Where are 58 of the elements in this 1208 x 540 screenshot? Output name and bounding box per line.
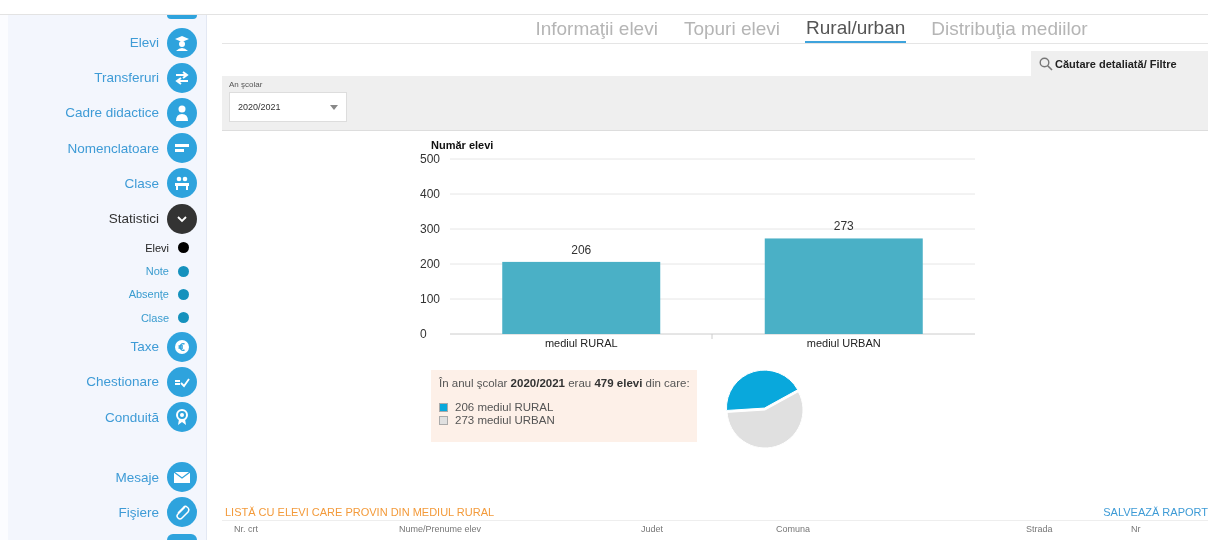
field-label: An şcolar (229, 80, 264, 89)
sidebar-item[interactable]: Cadre didactice (65, 105, 159, 121)
y-tick-label: 400 (420, 187, 441, 201)
y-tick-label: 200 (420, 257, 441, 271)
sidebar-subitem[interactable]: Note (145, 265, 169, 278)
chevron-down-icon[interactable] (167, 203, 197, 234)
menu-item-icon[interactable] (167, 331, 197, 362)
legend-label: 273 mediul URBAN (455, 414, 555, 426)
sidebar-item[interactable]: Taxe (130, 339, 159, 355)
value-label: 273 (833, 219, 854, 234)
column-header: Nr (1131, 524, 1142, 534)
y-tick-label: 0 (420, 327, 427, 341)
sidebar-subitem[interactable]: Absenţe (128, 288, 169, 301)
save-report-link[interactable]: SALVEAZĂ RAPORT (1103, 506, 1208, 518)
tab[interactable]: Distribuţia mediilor (930, 15, 1089, 43)
x-category-label: mediul RURAL (544, 337, 618, 349)
sidebar-subitem[interactable]: Elevi (145, 241, 169, 254)
list-title: LISTĂ CU ELEVI CARE PROVIN DIN MEDIUL RURAL (225, 506, 495, 518)
sidebar-item[interactable]: Fişiere (118, 504, 159, 520)
chart-title: Număr elevi (431, 139, 495, 151)
sidebar-item[interactable]: Clase (124, 175, 159, 191)
search-button[interactable]: Căutare detaliată/ Filtre (1031, 51, 1208, 76)
sidebar-subitem[interactable]: Clase (140, 311, 169, 324)
column-header: Strada (1026, 524, 1054, 534)
sidebar-item[interactable]: Conduită (104, 409, 159, 425)
envelope-icon[interactable] (167, 462, 197, 493)
sidebar-item[interactable]: Nomenclatoare (67, 140, 159, 156)
menu-item-icon[interactable] (167, 15, 197, 19)
menu-item-icon[interactable] (167, 402, 197, 433)
column-header: Judet (641, 524, 665, 534)
tab[interactable]: Topuri elevi (682, 15, 781, 43)
menu-item-icon[interactable] (167, 62, 197, 93)
menu-item-icon[interactable] (167, 366, 197, 397)
y-tick-label: 100 (420, 292, 441, 306)
column-header: Nume/Prenume elev (399, 524, 483, 534)
tab[interactable]: Informaţii elevi (534, 15, 659, 43)
sidebar-item[interactable]: Chestionare (86, 374, 159, 390)
paperclip-icon[interactable] (167, 497, 197, 528)
tab[interactable]: Rural/urban (805, 15, 907, 43)
sidebar-item[interactable]: Elevi (129, 35, 159, 51)
search-icon (1039, 56, 1053, 71)
dropdown-caret-icon (330, 104, 338, 110)
sidebar-item[interactable]: Transferuri (94, 70, 159, 86)
menu-item-icon[interactable] (167, 133, 197, 164)
summary-text: În anul şcolar 2020/2021 erau 479 elevi din care: (439, 377, 689, 389)
sidebar-item[interactable]: Statistici (108, 211, 159, 227)
x-category-label: mediul URBAN (806, 337, 881, 349)
legend-label: 206 mediul RURAL (455, 401, 554, 413)
menu-item-icon[interactable] (167, 534, 197, 540)
menu-item-icon[interactable] (167, 98, 197, 128)
year-dropdown[interactable]: 2020/2021 (229, 92, 347, 122)
sidebar-item[interactable]: Mesaje (115, 469, 159, 485)
menu-item-icon[interactable] (167, 27, 197, 58)
y-tick-label: 500 (420, 152, 441, 166)
column-header: Comuna (776, 524, 812, 534)
column-header: Nr. crt (234, 524, 259, 534)
value-label: 206 (571, 242, 592, 257)
y-tick-label: 300 (420, 222, 441, 236)
